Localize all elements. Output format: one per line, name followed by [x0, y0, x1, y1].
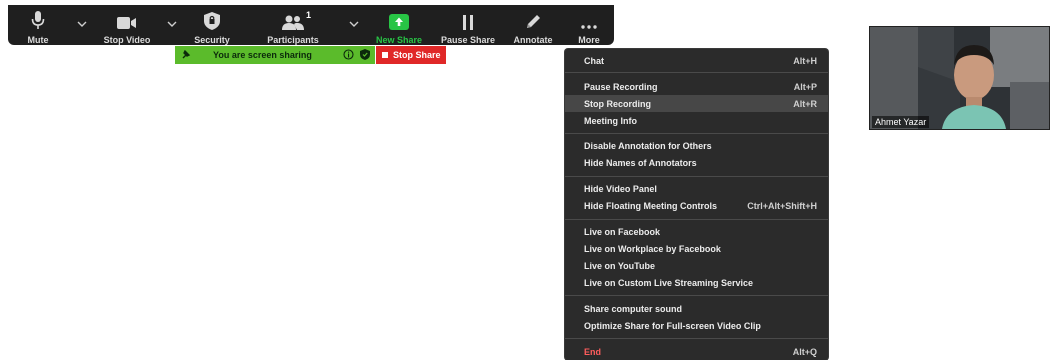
menu-item-share-computer-sound[interactable]: Share computer sound: [565, 300, 828, 317]
more-menu: Chat Alt+H Pause Recording Alt+P Stop Re…: [565, 49, 828, 360]
menu-item-hide-video-panel[interactable]: Hide Video Panel: [565, 180, 828, 197]
more-dots-icon: [580, 8, 598, 30]
participants-icon: [282, 8, 304, 30]
menu-item-label: Meeting Info: [584, 115, 637, 126]
menu-item-hide-floating-controls[interactable]: Hide Floating Meeting Controls Ctrl+Alt+…: [565, 197, 828, 214]
pause-share-button[interactable]: Pause Share: [431, 5, 505, 45]
shield-icon: [204, 8, 220, 30]
menu-item-hide-annotator-names[interactable]: Hide Names of Annotators: [565, 154, 828, 171]
menu-item-label: Optimize Share for Full-screen Video Cli…: [584, 320, 761, 331]
menu-item-label: Chat: [584, 55, 604, 66]
menu-item-label: Hide Floating Meeting Controls: [584, 200, 717, 211]
menu-separator: [565, 338, 828, 339]
menu-item-shortcut: Alt+R: [793, 98, 817, 109]
menu-separator: [565, 133, 828, 134]
menu-item-label: Hide Video Panel: [584, 183, 657, 194]
participants-count: 1: [306, 10, 312, 20]
pin-icon[interactable]: [181, 49, 191, 62]
menu-item-meeting-info[interactable]: Meeting Info: [565, 112, 828, 129]
menu-item-label: Stop Recording: [584, 98, 651, 109]
sharing-status-text: You are screen sharing: [213, 50, 312, 60]
menu-item-optimize-video-clip[interactable]: Optimize Share for Full-screen Video Cli…: [565, 317, 828, 334]
participants-button[interactable]: Participants: [256, 5, 330, 45]
stop-video-button[interactable]: Stop Video: [90, 5, 164, 45]
menu-separator: [565, 219, 828, 220]
stop-video-label: Stop Video: [103, 35, 151, 45]
menu-item-chat[interactable]: Chat Alt+H: [565, 52, 828, 69]
menu-item-live-custom[interactable]: Live on Custom Live Streaming Service: [565, 274, 828, 291]
menu-item-shortcut: Ctrl+Alt+Shift+H: [747, 200, 817, 211]
menu-item-label: Live on Workplace by Facebook: [584, 243, 721, 254]
menu-item-live-youtube[interactable]: Live on YouTube: [565, 257, 828, 274]
mute-label: Mute: [27, 35, 49, 45]
menu-item-live-facebook[interactable]: Live on Facebook: [565, 223, 828, 240]
participant-video-feed: [870, 27, 1049, 129]
menu-item-label: Disable Annotation for Others: [584, 140, 712, 151]
menu-item-label: Live on YouTube: [584, 260, 656, 271]
more-label: More: [578, 35, 600, 45]
stop-share-button[interactable]: Stop Share: [376, 46, 446, 64]
audio-options-chevron-icon[interactable]: [74, 16, 90, 32]
menu-item-stop-recording[interactable]: Stop Recording Alt+R: [565, 95, 828, 112]
menu-item-end[interactable]: End Alt+Q: [565, 343, 828, 360]
more-button[interactable]: More: [552, 5, 626, 45]
menu-item-label: Live on Facebook: [584, 226, 661, 237]
security-shield-icon: [360, 49, 370, 62]
participant-video-thumbnail[interactable]: Ahmet Yazar: [870, 27, 1049, 129]
menu-separator: [565, 72, 828, 73]
participant-name-label: Ahmet Yazar: [872, 116, 930, 128]
menu-item-shortcut: Alt+Q: [792, 346, 817, 357]
menu-item-disable-annotation[interactable]: Disable Annotation for Others: [565, 137, 828, 154]
participants-label: Participants: [267, 35, 319, 45]
new-share-button[interactable]: New Share: [362, 5, 436, 45]
pen-icon: [525, 8, 541, 30]
menu-item-live-workplace[interactable]: Live on Workplace by Facebook: [565, 240, 828, 257]
pause-icon: [462, 8, 474, 30]
info-icon[interactable]: [343, 49, 354, 62]
share-screen-icon: [389, 8, 409, 30]
new-share-label: New Share: [375, 35, 423, 45]
security-button[interactable]: Security: [175, 5, 249, 45]
participants-chevron-icon[interactable]: [346, 16, 362, 32]
pause-share-label: Pause Share: [440, 35, 496, 45]
menu-item-shortcut: Alt+H: [793, 55, 817, 66]
menu-item-pause-recording[interactable]: Pause Recording Alt+P: [565, 78, 828, 95]
mute-button[interactable]: Mute: [1, 5, 75, 45]
menu-item-label: Pause Recording: [584, 81, 658, 92]
video-camera-icon: [117, 8, 137, 30]
menu-item-label: End: [584, 346, 601, 357]
microphone-icon: [31, 8, 45, 30]
stop-square-icon: [382, 52, 388, 58]
meeting-toolbar: Mute Stop Video Security Participants 1 …: [8, 5, 614, 45]
menu-item-shortcut: Alt+P: [793, 81, 817, 92]
stop-share-label: Stop Share: [393, 50, 441, 60]
menu-separator: [565, 295, 828, 296]
menu-separator: [565, 176, 828, 177]
menu-item-label: Live on Custom Live Streaming Service: [584, 277, 754, 288]
menu-item-label: Share computer sound: [584, 303, 683, 314]
annotate-label: Annotate: [513, 35, 553, 45]
screen-sharing-bar[interactable]: You are screen sharing: [175, 46, 375, 64]
menu-item-label: Hide Names of Annotators: [584, 157, 697, 168]
security-label: Security: [194, 35, 230, 45]
